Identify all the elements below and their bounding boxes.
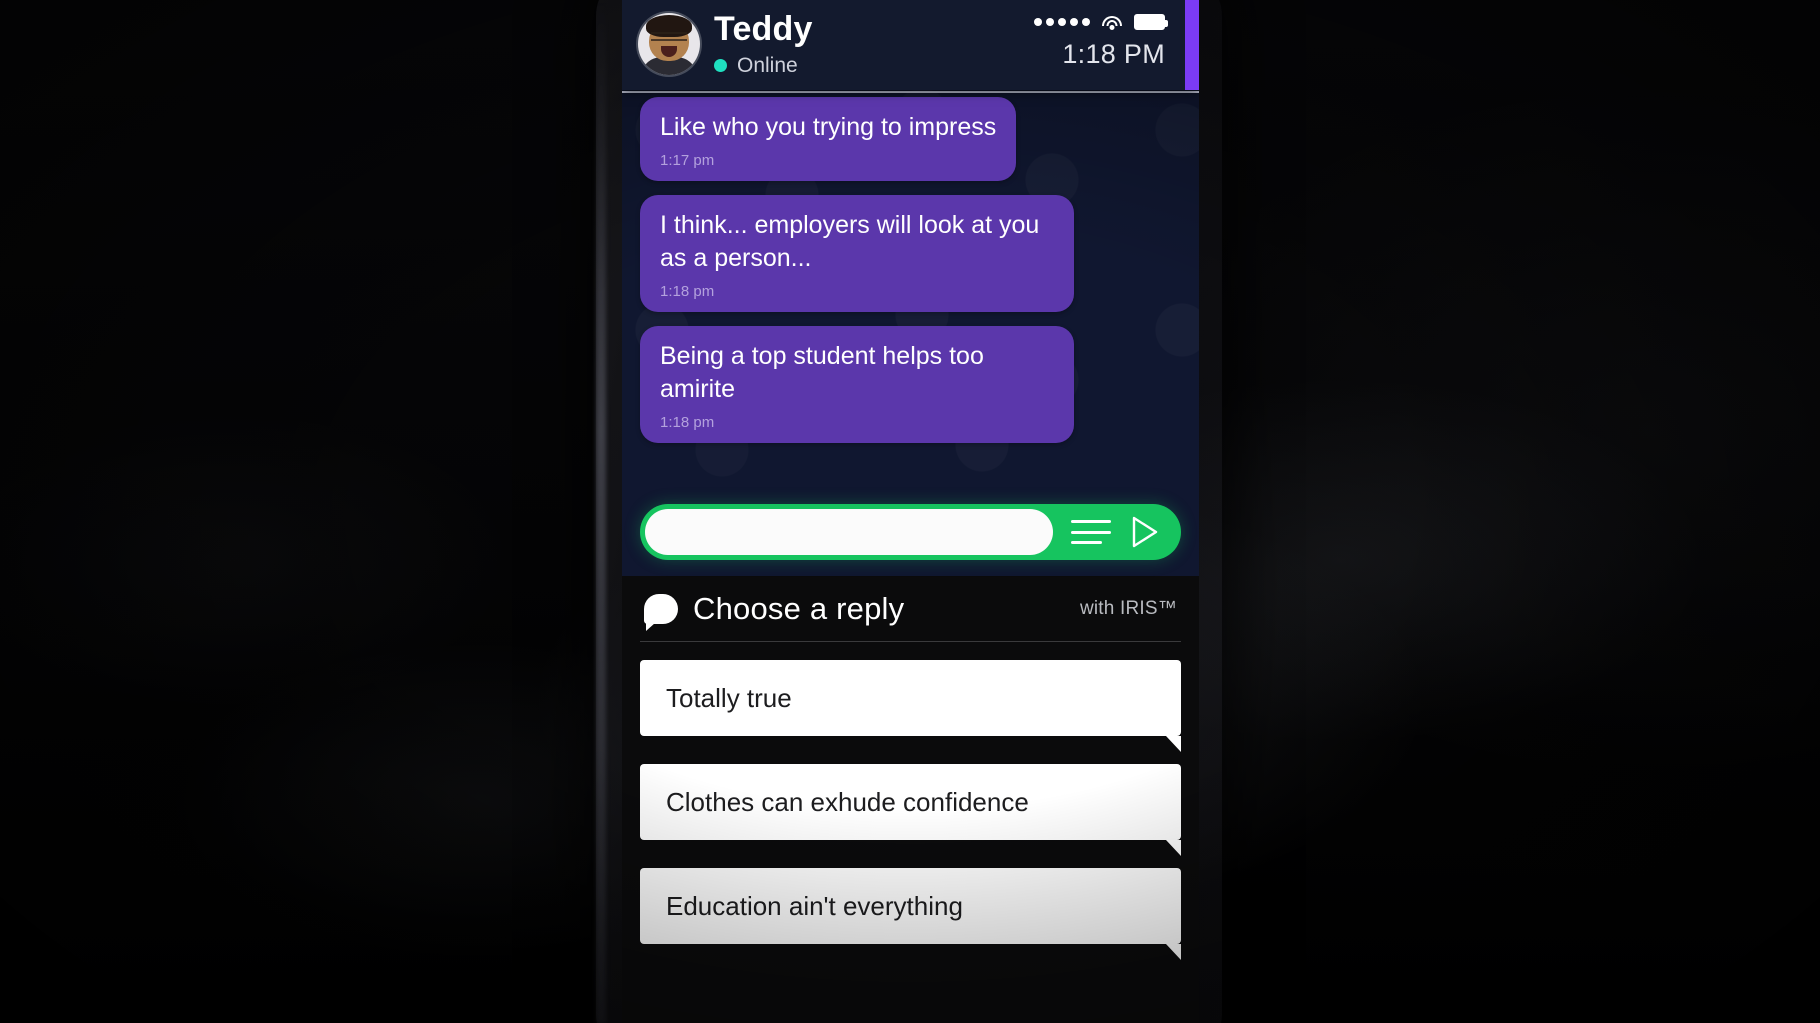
message-bubble: I think... employers will look at you as…: [640, 195, 1074, 312]
message-timestamp: 1:17 pm: [660, 152, 715, 169]
message-bubble: Like who you trying to impress 1:17 pm: [640, 97, 1017, 181]
message-text: Like who you trying to impress: [660, 113, 997, 141]
reply-panel-header: Choose a reply with IRIS™: [640, 576, 1181, 642]
avatar-glasses: [651, 32, 687, 41]
header-text-group: Teddy Online: [714, 8, 813, 77]
speech-bubble-icon: [644, 593, 678, 631]
reply-bubble-tail-icon: [1166, 840, 1181, 856]
status-clock: 1:18 PM: [1062, 39, 1165, 69]
message-text: I think... employers will look at you as…: [660, 211, 1040, 272]
avatar[interactable]: [638, 13, 700, 75]
message-list[interactable]: 1:16 pm Like who you trying to impress 1…: [622, 90, 1199, 490]
online-status-dot-icon: [714, 59, 727, 72]
status-icons: [1034, 14, 1168, 30]
header-accent-strip: [1185, 0, 1199, 90]
composer-actions: [1053, 515, 1175, 549]
battery-icon: [1134, 14, 1168, 30]
reply-bubble-tail-icon: [1166, 944, 1181, 960]
background-scene: Teddy Online 1:18 PM Like who you trying…: [0, 0, 1820, 1023]
wifi-icon: [1101, 14, 1123, 30]
chat-header: Teddy Online 1:18 PM: [622, 0, 1199, 90]
reply-panel-brand: with IRIS™: [1079, 597, 1177, 619]
message-timestamp: 1:18 pm: [660, 283, 715, 300]
reply-option-text: Totally true: [666, 683, 792, 713]
reply-option[interactable]: Education ain't everything: [640, 868, 1181, 960]
message-timestamp: 1:18 pm: [660, 414, 715, 431]
reply-panel-title: Choose a reply: [693, 590, 905, 626]
reply-option-text: Education ain't everything: [666, 891, 963, 921]
presence-label: Online: [737, 54, 798, 77]
reply-option[interactable]: Totally true: [640, 660, 1181, 752]
phone-screen: Teddy Online 1:18 PM Like who you trying…: [622, 0, 1199, 1023]
reply-option[interactable]: Clothes can exhude confidence: [640, 764, 1181, 856]
signal-strength-icon: [1034, 18, 1090, 26]
message-text: Being a top student helps too amirite: [660, 342, 984, 403]
composer-bar: [640, 504, 1181, 560]
message-composer: [622, 490, 1199, 576]
presence-row: Online: [714, 54, 813, 77]
reply-suggestion-panel: Choose a reply with IRIS™ Totally true C…: [622, 576, 1199, 1023]
reply-option-text: Clothes can exhude confidence: [666, 787, 1029, 817]
message-input[interactable]: [645, 509, 1053, 555]
message-bubble: Being a top student helps too amirite 1:…: [640, 326, 1074, 443]
hamburger-menu-icon[interactable]: [1071, 520, 1111, 544]
reply-option-list: Totally true Clothes can exhude confiden…: [640, 642, 1181, 960]
message-divider: [622, 91, 1199, 93]
device-edge-highlight: [596, 0, 606, 1023]
reply-bubble-tail-icon: [1166, 736, 1181, 752]
contact-name: Teddy: [714, 10, 813, 48]
status-bar-right: 1:18 PM: [1034, 8, 1168, 70]
send-arrow-icon[interactable]: [1127, 515, 1161, 549]
